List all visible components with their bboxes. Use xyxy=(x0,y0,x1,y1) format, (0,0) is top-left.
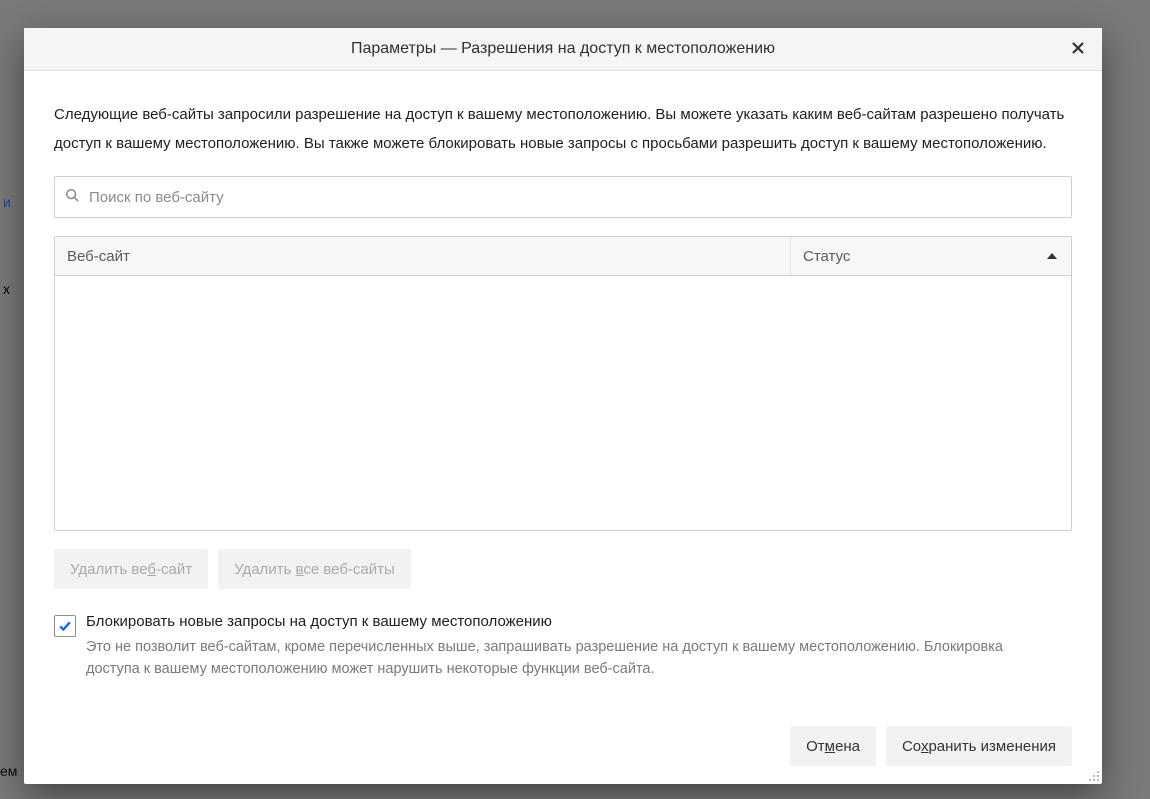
sort-asc-icon xyxy=(1047,253,1057,259)
dialog-header: Параметры — Разрешения на доступ к место… xyxy=(24,28,1102,71)
websites-table: Веб-сайт Статус xyxy=(54,236,1072,531)
close-icon[interactable] xyxy=(1062,32,1094,64)
location-permissions-dialog: Параметры — Разрешения на доступ к место… xyxy=(24,28,1102,784)
search-input[interactable] xyxy=(87,188,1061,207)
search-box[interactable] xyxy=(54,176,1072,218)
background-text: и xyxy=(3,194,11,210)
block-new-requests-description: Это не позволит веб-сайтам, кроме перечи… xyxy=(86,636,1046,681)
search-icon xyxy=(65,188,87,206)
resize-grip-icon[interactable] xyxy=(1087,769,1099,781)
col-header-status[interactable]: Статус xyxy=(791,237,1071,275)
block-new-requests-label: Блокировать новые запросы на доступ к ва… xyxy=(86,613,1046,630)
dialog-description: Следующие веб-сайты запросили разрешение… xyxy=(54,101,1072,158)
col-header-website[interactable]: Веб-сайт xyxy=(55,237,791,275)
background-text: ем xyxy=(0,763,17,779)
cancel-button[interactable]: Отмена xyxy=(790,726,876,766)
websites-table-body[interactable] xyxy=(55,276,1071,530)
dialog-title: Параметры — Разрешения на доступ к место… xyxy=(351,40,775,58)
col-header-status-label: Статус xyxy=(803,248,850,265)
save-changes-button[interactable]: Сохранить изменения xyxy=(886,726,1072,766)
remove-all-websites-button[interactable]: Удалить все веб-сайты xyxy=(218,549,411,589)
background-text: х xyxy=(3,281,10,297)
remove-website-button[interactable]: Удалить веб-сайт xyxy=(54,549,208,589)
block-new-requests-checkbox[interactable] xyxy=(54,615,76,637)
